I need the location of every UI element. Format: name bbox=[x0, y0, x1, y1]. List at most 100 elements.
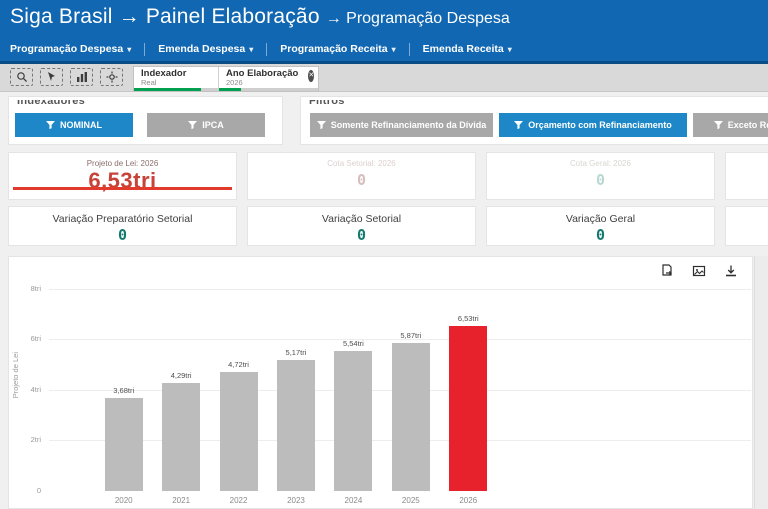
page-title: Siga Brasil → Painel Elaboração→ Program… bbox=[10, 5, 510, 29]
download-icon[interactable] bbox=[724, 264, 738, 278]
insights-icon[interactable] bbox=[70, 68, 93, 86]
bar-group-2024[interactable]: 5,54tri2024 bbox=[325, 289, 382, 491]
smart-search-icon[interactable] bbox=[10, 68, 33, 86]
chevron-down-icon: ▾ bbox=[508, 45, 512, 54]
kpi-value: 0 bbox=[487, 171, 714, 189]
kpi-value: 6,53tri bbox=[9, 168, 236, 194]
selection-value: 2026 bbox=[226, 79, 298, 87]
bar-group-2025[interactable]: 5,87tri2025 bbox=[382, 289, 439, 491]
app-header: Siga Brasil → Painel Elaboração→ Program… bbox=[0, 0, 768, 64]
y-tick: 8tri bbox=[15, 284, 41, 293]
filter-button-ipca[interactable]: IPCA bbox=[147, 113, 265, 137]
kpi-title: Cota Geral: 2026 bbox=[487, 159, 714, 168]
kpi-projeto-de-lei: Projeto de Lei: 2026 6,53tri bbox=[8, 152, 237, 200]
indexadores-heading: Indexadores bbox=[17, 100, 282, 107]
bar-value-label: 6,53tri bbox=[458, 314, 479, 323]
nav-emenda-receita[interactable]: Emenda Receita ▾ bbox=[423, 43, 512, 55]
funnel-icon bbox=[46, 121, 55, 130]
bar-group-2022[interactable]: 4,72tri2022 bbox=[210, 289, 267, 491]
nav-divider bbox=[144, 43, 145, 56]
selection-bar-fill bbox=[219, 88, 241, 91]
x-axis-label: 2026 bbox=[440, 496, 497, 505]
bar-value-label: 5,54tri bbox=[343, 339, 364, 348]
nav-label: Programação Receita bbox=[280, 43, 387, 55]
kpi-title: Cota Setorial: 2026 bbox=[248, 159, 475, 168]
nav-label: Emenda Receita bbox=[423, 43, 504, 55]
filter-button-somente-refinanciamento[interactable]: Somente Refinanciamento da Dívida bbox=[310, 113, 493, 137]
chevron-down-icon: ▾ bbox=[392, 45, 396, 54]
x-axis-label: 2022 bbox=[210, 496, 267, 505]
variacao-value: 0 bbox=[487, 226, 714, 244]
export-image-icon[interactable] bbox=[692, 264, 706, 278]
selection-chip-indexador[interactable]: Indexador Real bbox=[134, 67, 219, 91]
chevron-down-icon: ▾ bbox=[127, 45, 131, 54]
bar[interactable] bbox=[220, 372, 258, 491]
nav-label: Programação Despesa bbox=[10, 43, 123, 55]
bar[interactable] bbox=[392, 343, 430, 491]
nav-label: Emenda Despesa bbox=[158, 43, 245, 55]
bar-group-2020[interactable]: 3,68tri2020 bbox=[95, 289, 152, 491]
kpi-underline bbox=[13, 187, 232, 190]
selection-chip-ano-elaboracao[interactable]: Ano Elaboração 2026 ✕ bbox=[219, 67, 318, 91]
selections-toolbar: Indexador Real Ano Elaboração 2026 ✕ bbox=[0, 64, 768, 92]
x-axis-label: 2020 bbox=[95, 496, 152, 505]
bar-series: 3,68tri20204,29tri20214,72tri20225,17tri… bbox=[95, 289, 497, 491]
kpi-title: Projeto de Lei: 2026 bbox=[9, 159, 236, 168]
variacao-value: 0 bbox=[248, 226, 475, 244]
x-axis-label: 2021 bbox=[152, 496, 209, 505]
filter-button-label: Orçamento com Refinanciamento bbox=[528, 120, 672, 130]
variacao-title: Variação Geral bbox=[487, 213, 714, 225]
selection-value: Real bbox=[141, 79, 186, 87]
bar-value-label: 4,72tri bbox=[228, 360, 249, 369]
funnel-icon bbox=[514, 121, 523, 130]
page-title-primary: Siga Brasil → Painel Elaboração bbox=[10, 5, 320, 28]
bar[interactable] bbox=[277, 360, 315, 491]
bar-value-label: 4,29tri bbox=[171, 371, 192, 380]
variacao-value: 0 bbox=[9, 226, 236, 244]
funnel-icon bbox=[188, 121, 197, 130]
funnel-icon bbox=[714, 121, 723, 130]
current-selections: Indexador Real Ano Elaboração 2026 ✕ bbox=[133, 66, 319, 92]
bar-group-2026[interactable]: 6,53tri2026 bbox=[440, 289, 497, 491]
bar[interactable] bbox=[334, 351, 372, 491]
bar-group-2023[interactable]: 5,17tri2023 bbox=[267, 289, 324, 491]
funnel-icon bbox=[317, 121, 326, 130]
nav-emenda-despesa[interactable]: Emenda Despesa ▾ bbox=[158, 43, 253, 55]
selection-bar-track bbox=[219, 88, 318, 91]
kpi-value: 0 bbox=[248, 171, 475, 189]
bar-group-2021[interactable]: 4,29tri2021 bbox=[152, 289, 209, 491]
nav-bar: Programação Despesa ▾ Emenda Despesa ▾ Pro… bbox=[10, 40, 512, 58]
y-tick: 0 bbox=[15, 486, 41, 495]
filter-button-orcamento-com-refinanciamento[interactable]: Orçamento com Refinanciamento bbox=[499, 113, 687, 137]
filter-button-label: Exceto Refinanciamento bbox=[728, 120, 768, 130]
x-axis-label: 2025 bbox=[382, 496, 439, 505]
y-tick: 4tri bbox=[15, 385, 41, 394]
variacao-geral-card: Variação Geral 0 bbox=[486, 206, 715, 246]
x-axis-label: 2024 bbox=[325, 496, 382, 505]
settings-icon[interactable] bbox=[100, 68, 123, 86]
kpi-card-partial bbox=[725, 152, 768, 200]
filter-button-exceto-refinanciamento[interactable]: Exceto Refinanciamento bbox=[693, 113, 768, 137]
chevron-down-icon: ▾ bbox=[249, 45, 253, 54]
selections-tool-icon[interactable] bbox=[40, 68, 63, 86]
bar-value-label: 5,17tri bbox=[286, 348, 307, 357]
y-tick: 6tri bbox=[15, 334, 41, 343]
nav-programacao-despesa[interactable]: Programação Despesa ▾ bbox=[10, 43, 131, 55]
scrollbar[interactable] bbox=[754, 256, 768, 509]
filter-button-label: NOMINAL bbox=[60, 120, 102, 130]
bar-value-label: 5,87tri bbox=[400, 331, 421, 340]
y-tick: 2tri bbox=[15, 435, 41, 444]
variacao-title: Variação Preparatório Setorial bbox=[9, 213, 236, 225]
bar[interactable] bbox=[162, 383, 200, 491]
filter-button-nominal[interactable]: NOMINAL bbox=[15, 113, 133, 137]
close-icon[interactable]: ✕ bbox=[308, 70, 314, 82]
bar[interactable] bbox=[105, 398, 143, 491]
nav-programacao-receita[interactable]: Programação Receita ▾ bbox=[280, 43, 395, 55]
filtros-heading: Filtros bbox=[309, 100, 768, 107]
bar-value-label: 3,68tri bbox=[113, 386, 134, 395]
x-axis-label: 2023 bbox=[267, 496, 324, 505]
export-data-icon[interactable] bbox=[660, 264, 674, 278]
plot-area: 3,68tri20204,29tri20214,72tri20225,17tri… bbox=[49, 289, 751, 491]
filtros-card: Filtros Somente Refinanciamento da Dívid… bbox=[300, 96, 768, 145]
bar-highlighted[interactable] bbox=[449, 326, 487, 491]
